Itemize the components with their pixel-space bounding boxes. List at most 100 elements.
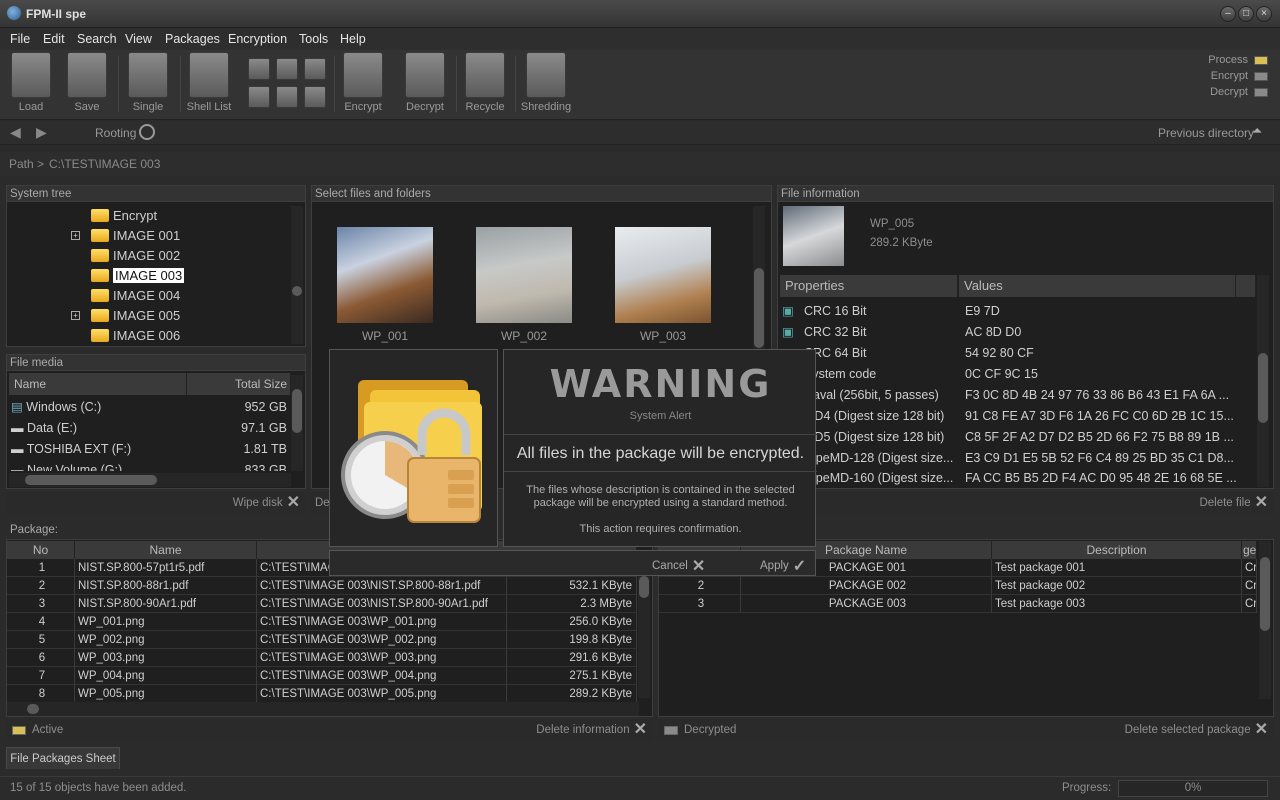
- thumbnail-image[interactable]: [337, 227, 433, 323]
- rooting-label[interactable]: Rooting: [95, 126, 136, 140]
- package-file-row[interactable]: 8 WP_005.png C:\TEST\IMAGE 003\WP_005.png 2…: [7, 685, 637, 703]
- col-values[interactable]: Values: [959, 275, 1236, 297]
- warning-title: WARNING: [549, 362, 772, 406]
- property-row[interactable]: ▣ CRC 32 Bit AC 8D D0: [782, 322, 1252, 343]
- tree-item[interactable]: IMAGE 006: [91, 327, 180, 345]
- drive-icon: ▬: [11, 463, 24, 471]
- package-file-row[interactable]: 2 NIST.SP.800-88r1.pdf C:\TEST\IMAGE 003\N…: [7, 577, 637, 595]
- maximize-button[interactable]: □: [1238, 6, 1254, 22]
- refresh-icon[interactable]: [139, 124, 155, 140]
- packages-vscrollbar[interactable]: [1259, 541, 1271, 699]
- expand-icon[interactable]: +: [71, 311, 80, 320]
- menu-edit[interactable]: Edit: [43, 32, 65, 46]
- package-file-row[interactable]: 5 WP_002.png C:\TEST\IMAGE 003\WP_002.png 1…: [7, 631, 637, 649]
- tree-item[interactable]: IMAGE 001: [91, 227, 180, 245]
- property-icon: ▣: [782, 304, 794, 318]
- props-icon[interactable]: [304, 58, 326, 80]
- package-file-row[interactable]: 4 WP_001.png C:\TEST\IMAGE 003\WP_001.png 2…: [7, 613, 637, 631]
- delete-file-bar: Delete file ✕: [777, 492, 1274, 514]
- back-arrow-icon[interactable]: ◀: [10, 124, 21, 141]
- tab-file-packages-sheet[interactable]: File Packages Sheet: [6, 747, 120, 769]
- tree-item-selected[interactable]: IMAGE 003: [91, 267, 185, 285]
- package-file-row[interactable]: 7 WP_004.png C:\TEST\IMAGE 003\WP_004.png 2…: [7, 667, 637, 685]
- warning-headline: All files in the package will be encrypt…: [516, 445, 805, 462]
- tree-item[interactable]: IMAGE 005: [91, 307, 180, 325]
- decrypt-button[interactable]: Decrypt: [402, 52, 448, 116]
- property-row[interactable]: MD4 (Digest size 128 bit) 91 C8 FE A7 3D …: [782, 406, 1252, 427]
- menu-file[interactable]: File: [10, 32, 30, 46]
- tree-item[interactable]: IMAGE 004: [91, 287, 180, 305]
- previous-directory-button[interactable]: Previous directory: [1158, 126, 1254, 140]
- property-row[interactable]: ▣ CRC 16 Bit E9 7D: [782, 301, 1252, 322]
- warning-subtitle: System Alert: [629, 410, 692, 422]
- tree-item[interactable]: IMAGE 002: [91, 247, 180, 265]
- menu-help[interactable]: Help: [340, 32, 366, 46]
- save-button[interactable]: Save: [66, 52, 108, 116]
- thumbnail-label: WP_002: [500, 329, 548, 343]
- wipe-disk-button[interactable]: Wipe disk ✕: [233, 492, 300, 514]
- media-row[interactable]: ▤ Windows (C:) 952 GB: [11, 398, 291, 416]
- media-vscrollbar[interactable]: [291, 375, 303, 471]
- recycle-button[interactable]: Recycle: [462, 52, 508, 116]
- col-properties[interactable]: Properties: [780, 275, 958, 297]
- forward-arrow-icon[interactable]: ▶: [36, 124, 47, 141]
- package-vscrollbar[interactable]: [638, 560, 650, 698]
- delete-information-button[interactable]: Delete information ✕: [536, 719, 647, 741]
- thumbnail-label: WP_001: [361, 329, 409, 343]
- shredding-button[interactable]: Shredding: [520, 52, 572, 116]
- package-hscrollbar[interactable]: [7, 702, 639, 716]
- thumbnail-image[interactable]: [615, 227, 711, 323]
- media-row[interactable]: ▬ Data (E:) 97.1 GB: [11, 419, 291, 437]
- minimize-button[interactable]: –: [1220, 6, 1236, 22]
- link-icon[interactable]: [304, 86, 326, 108]
- single-button[interactable]: Single: [126, 52, 170, 116]
- load-button[interactable]: Load: [10, 52, 52, 116]
- folder-icon: [91, 269, 109, 283]
- col-description[interactable]: Description: [992, 541, 1242, 559]
- media-row[interactable]: ▬ TOSHIBA EXT (F:) 1.81 TB: [11, 440, 291, 458]
- package-row[interactable]: 3 PACKAGE 003 Test package 003 Cr: [659, 595, 1257, 613]
- menu-search[interactable]: Search: [77, 32, 117, 46]
- plus-icon[interactable]: [248, 86, 270, 108]
- up-chevron-icon[interactable]: ⏶: [1252, 123, 1262, 139]
- col-total-size[interactable]: Total Size: [187, 373, 291, 395]
- property-row[interactable]: MD5 (Digest size 128 bit) C8 5F 2F A2 D7 …: [782, 427, 1252, 448]
- pencil-icon[interactable]: [276, 86, 298, 108]
- property-row[interactable]: Haval (256bit, 5 passes) F3 0C 8D 4B 24 9…: [782, 385, 1252, 406]
- property-row[interactable]: System code 0C CF 9C 15: [782, 364, 1252, 385]
- apply-button[interactable]: Apply ✓: [760, 556, 806, 576]
- save-icon: [67, 52, 107, 98]
- delete-file-button[interactable]: Delete file ✕: [1199, 492, 1268, 514]
- tree-item[interactable]: Encrypt: [91, 207, 157, 225]
- package-row[interactable]: 2 PACKAGE 002 Test package 002 Cr: [659, 577, 1257, 595]
- menu-encryption[interactable]: Encryption: [228, 32, 287, 46]
- close-button[interactable]: ×: [1256, 6, 1272, 22]
- menu-tools[interactable]: Tools: [299, 32, 328, 46]
- property-row[interactable]: RipeMD-128 (Digest size... E3 C9 D1 E5 5B…: [782, 448, 1252, 469]
- file-info-name: WP_005: [870, 218, 915, 230]
- expand-icon[interactable]: +: [71, 231, 80, 240]
- cell-name: NIST.SP.800-88r1.pdf: [75, 577, 257, 595]
- delete-selected-package-button[interactable]: Delete selected package ✕: [1125, 719, 1268, 741]
- property-row[interactable]: RipeMD-160 (Digest size... FA CC B5 B5 2D…: [782, 469, 1252, 487]
- thumbnail-image[interactable]: [476, 227, 572, 323]
- file-info-panel: File information WP_005 289.2 KByte Prop…: [777, 185, 1274, 489]
- shell-list-button[interactable]: Shell List: [186, 52, 232, 116]
- cancel-button[interactable]: Cancel ✕: [652, 556, 705, 576]
- col-name[interactable]: Name: [9, 373, 187, 395]
- close-x-icon: ✕: [1254, 721, 1268, 738]
- menu-packages[interactable]: Packages: [165, 32, 220, 46]
- props-scrollbar[interactable]: [1257, 275, 1269, 487]
- package-file-row[interactable]: 6 WP_003.png C:\TEST\IMAGE 003\WP_003.png 2…: [7, 649, 637, 667]
- edit-file-icon[interactable]: [276, 58, 298, 80]
- menu-view[interactable]: View: [125, 32, 152, 46]
- media-row[interactable]: ▬ New Volume (G:) 833 GB: [11, 461, 291, 471]
- col-name[interactable]: Name: [75, 541, 257, 559]
- property-row[interactable]: ▣ CRC 64 Bit54 92 80 CF: [782, 343, 1252, 364]
- add-file-icon[interactable]: [248, 58, 270, 80]
- media-hscrollbar[interactable]: [9, 473, 291, 487]
- tree-scrollbar[interactable]: [291, 206, 303, 344]
- encrypt-button[interactable]: Encrypt: [340, 52, 386, 116]
- col-no[interactable]: No: [7, 541, 75, 559]
- package-file-row[interactable]: 3 NIST.SP.800-90Ar1.pdf C:\TEST\IMAGE 003\…: [7, 595, 637, 613]
